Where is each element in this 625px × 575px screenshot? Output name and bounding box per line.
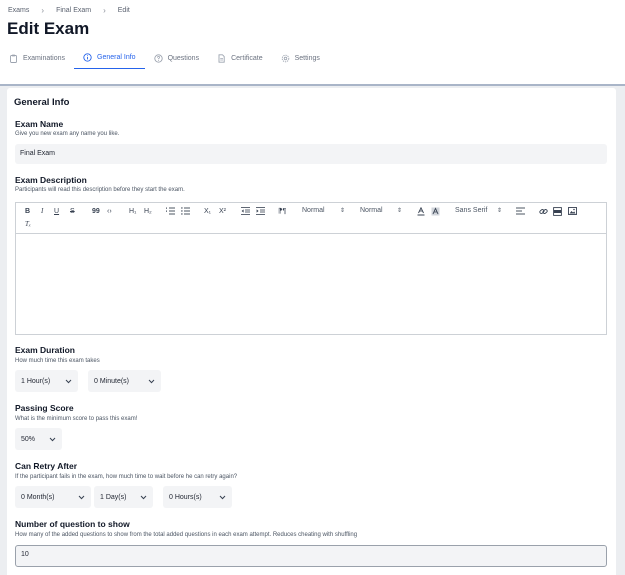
- page-title: Edit Exam: [7, 19, 90, 38]
- breadcrumb: Exams › Final Exam › Edit: [8, 6, 130, 15]
- header-value: Normal: [360, 207, 383, 214]
- background-color-icon[interactable]: [431, 207, 440, 219]
- header-2-button[interactable]: H₂: [144, 207, 152, 216]
- superscript-button[interactable]: X²: [219, 207, 226, 216]
- font-family-value: Sans Serif: [455, 207, 488, 214]
- link-icon[interactable]: [539, 207, 548, 219]
- font-size-select[interactable]: Normal ⇕: [302, 207, 345, 214]
- text-color-icon[interactable]: [417, 206, 425, 219]
- clipboard-icon: [9, 54, 18, 63]
- question-icon: [153, 53, 163, 63]
- passing-score-value: 50%: [21, 435, 36, 443]
- underline-button[interactable]: U: [54, 207, 59, 216]
- tab-label: Questions: [167, 54, 200, 62]
- question-count-label: Number of question to show: [15, 519, 130, 529]
- retry-help: If the participant fails in the exam, ho…: [15, 474, 238, 480]
- rich-text-editor: B I U S 99 ‹› H₁ H₂ X₁ X² ⁋¶ Normal ⇕ No…: [15, 202, 607, 335]
- retry-days-select[interactable]: 1 Day(s): [94, 486, 153, 508]
- updown-icon: ⇕: [496, 208, 502, 214]
- section-title: General Info: [14, 97, 70, 108]
- image-icon[interactable]: [568, 207, 577, 218]
- tab-bar: Examinations General Info Questions Cert…: [0, 47, 329, 71]
- tab-label: Settings: [294, 54, 320, 62]
- question-count-input[interactable]: 10: [15, 545, 607, 567]
- bold-button[interactable]: B: [25, 207, 30, 216]
- exam-description-label: Exam Description: [15, 175, 87, 185]
- clear-format-button[interactable]: Tₓ: [25, 220, 31, 229]
- exam-name-help: Give you new exam any name you like.: [15, 131, 120, 137]
- breadcrumb-edit: Edit: [117, 7, 130, 14]
- retry-label: Can Retry After: [15, 461, 78, 471]
- chevron-down-icon: [218, 493, 226, 501]
- retry-days-value: 1 Day(s): [100, 493, 127, 501]
- page-header: Exams › Final Exam › Edit Edit Exam Exam…: [0, 0, 625, 86]
- italic-button[interactable]: I: [41, 207, 43, 216]
- retry-hours-select[interactable]: 0 Hours(s): [163, 486, 232, 508]
- chevron-down-icon: [48, 435, 56, 443]
- chevron-down-icon: [139, 493, 147, 501]
- passing-score-label: Passing Score: [15, 403, 74, 413]
- header-select[interactable]: Normal ⇕: [360, 207, 402, 214]
- tab-general-info[interactable]: General Info: [74, 47, 145, 69]
- font-size-value: Normal: [302, 207, 325, 214]
- retry-hours-value: 0 Hours(s): [169, 493, 202, 501]
- passing-score-help: What is the minimum score to pass this e…: [15, 416, 138, 422]
- tab-certificate[interactable]: Certificate: [208, 47, 272, 69]
- video-icon[interactable]: [553, 207, 562, 219]
- chevron-down-icon: [147, 377, 155, 385]
- chevron-right-icon: ›: [41, 6, 45, 15]
- tab-settings[interactable]: Settings: [272, 47, 329, 69]
- indent-icon[interactable]: [256, 207, 265, 218]
- tab-label: Examinations: [23, 54, 66, 62]
- tab-questions[interactable]: Questions: [145, 47, 209, 69]
- header-1-button[interactable]: H₁: [129, 207, 136, 216]
- duration-minutes-select[interactable]: 0 Minute(s): [88, 370, 161, 392]
- duration-hours-select[interactable]: 1 Hour(s): [15, 370, 78, 392]
- retry-months-select[interactable]: 0 Month(s): [15, 486, 91, 508]
- exam-duration-label: Exam Duration: [15, 345, 75, 355]
- ordered-list-icon[interactable]: [166, 207, 175, 218]
- editor-toolbar: B I U S 99 ‹› H₁ H₂ X₁ X² ⁋¶ Normal ⇕ No…: [16, 203, 606, 234]
- tab-label: Certificate: [231, 54, 263, 62]
- certificate-icon: [217, 53, 226, 63]
- retry-months-value: 0 Month(s): [21, 493, 55, 501]
- chevron-down-icon: [77, 493, 85, 501]
- align-icon[interactable]: [516, 207, 525, 218]
- exam-name-input[interactable]: Final Exam: [15, 144, 607, 164]
- updown-icon: ⇕: [339, 208, 345, 214]
- bullet-list-icon[interactable]: [181, 207, 190, 218]
- blockquote-button[interactable]: 99: [92, 207, 100, 216]
- chevron-down-icon: [64, 377, 72, 385]
- exam-duration-help: How much time this exam takes: [15, 358, 100, 364]
- text-direction-button[interactable]: ⁋¶: [278, 207, 286, 216]
- chevron-right-icon: ›: [103, 6, 106, 15]
- strike-button[interactable]: S: [70, 207, 75, 216]
- gear-icon: [281, 54, 290, 63]
- code-block-button[interactable]: ‹›: [107, 207, 112, 216]
- general-info-card: General Info Exam Name Give you new exam…: [7, 88, 616, 575]
- duration-hours-value: 1 Hour(s): [21, 377, 51, 385]
- passing-score-select[interactable]: 50%: [15, 428, 62, 450]
- breadcrumb-exams[interactable]: Exams: [8, 7, 29, 14]
- exam-name-label: Exam Name: [15, 119, 64, 129]
- description-editor-area[interactable]: [16, 234, 606, 334]
- subscript-button[interactable]: X₁: [204, 207, 211, 216]
- question-count-help: How many of the added questions to show …: [15, 532, 358, 538]
- exam-description-help: Participants will read this description …: [15, 187, 185, 193]
- tab-label: General Info: [97, 54, 136, 61]
- duration-minutes-value: 0 Minute(s): [94, 377, 130, 385]
- info-icon: [83, 53, 92, 62]
- outdent-icon[interactable]: [241, 207, 250, 218]
- updown-icon: ⇕: [396, 208, 402, 214]
- breadcrumb-final-exam[interactable]: Final Exam: [56, 7, 91, 14]
- tab-examinations[interactable]: Examinations: [0, 47, 74, 69]
- divider: [0, 84, 625, 86]
- font-family-select[interactable]: Sans Serif ⇕: [455, 207, 502, 214]
